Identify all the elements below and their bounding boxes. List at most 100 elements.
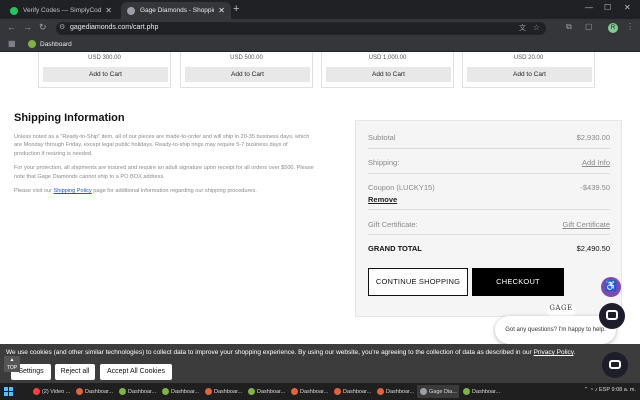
- remove-coupon-link[interactable]: Remove: [368, 195, 397, 204]
- grand-total-value: $2,490.50: [576, 244, 610, 253]
- grand-total-label: GRAND TOTAL: [368, 244, 422, 253]
- menu-icon[interactable]: ⋮: [626, 22, 634, 31]
- taskbar-item[interactable]: Dashboar...: [202, 385, 244, 398]
- taskbar-item[interactable]: Dashboar...: [245, 385, 287, 398]
- privacy-policy-link[interactable]: Privacy Policy: [534, 349, 574, 356]
- accept-all-cookies-button[interactable]: Accept All Cookies: [100, 364, 172, 380]
- back-to-top-button[interactable]: ▲ TOP: [4, 356, 20, 372]
- taskbar-item[interactable]: Dashboar...: [116, 385, 158, 398]
- add-to-cart-button[interactable]: Add to Cart: [43, 67, 168, 82]
- divider: [368, 209, 610, 210]
- apps-grid-icon[interactable]: ▦: [8, 39, 16, 48]
- shipping-paragraph: Unless noted as a "Ready-to-Ship" item, …: [14, 134, 310, 157]
- divider: [368, 148, 610, 149]
- taskbar-label: Dashboar...: [214, 388, 243, 395]
- taskbar-item[interactable]: Dashboar...: [73, 385, 115, 398]
- taskbar-item[interactable]: Dashboar...: [374, 385, 416, 398]
- order-summary: Subtotal $2,930.00 Shipping: Add Info Co…: [355, 120, 622, 317]
- shipping-title: Shipping Information: [14, 112, 125, 124]
- product-card: USD 20.00 Add to Cart: [462, 52, 595, 88]
- back-icon[interactable]: ←: [7, 22, 16, 32]
- new-tab-icon[interactable]: +: [233, 3, 239, 15]
- close-tab-icon[interactable]: ✕: [105, 6, 112, 15]
- chevron-up-icon: ▲: [9, 357, 15, 363]
- product-price: USD 1,000.00: [368, 55, 407, 61]
- windows-start-icon[interactable]: [4, 387, 13, 396]
- language-indicator[interactable]: ESP: [599, 387, 610, 393]
- product-card: USD 1,000.00 Add to Cart: [321, 52, 454, 88]
- add-to-cart-button[interactable]: Add to Cart: [467, 67, 592, 82]
- app-icon: [205, 388, 212, 395]
- reject-all-button[interactable]: Reject all: [55, 364, 95, 380]
- sidebar-icon[interactable]: ▢: [585, 22, 593, 31]
- tab-title: Verify Codes — SimplyCodes: [23, 7, 102, 14]
- shipping-policy-link[interactable]: Shipping Policy: [53, 188, 91, 194]
- shipping-paragraph: For your protection, all shipments are i…: [14, 165, 314, 180]
- bookmark-dashboard[interactable]: Dashboard: [28, 40, 72, 48]
- chat-prompt-bubble[interactable]: Got any questions? I'm happy to help.: [495, 316, 616, 344]
- product-card: USD 500.00 Add to Cart: [180, 52, 313, 88]
- chat-launcher-icon[interactable]: [602, 352, 628, 378]
- taskbar-item[interactable]: Dashboar...: [460, 385, 502, 398]
- extensions-icon[interactable]: ⧉: [566, 22, 572, 32]
- shipping-text: Please visit our: [14, 188, 54, 195]
- cookie-text: We use cookies (and other similar techno…: [6, 349, 534, 356]
- bookmark-label: Dashboard: [40, 40, 72, 48]
- top-label: TOP: [6, 365, 18, 371]
- app-icon: [162, 388, 169, 395]
- taskbar-item[interactable]: Dashboar...: [331, 385, 373, 398]
- address-bar-row: ← → ↻ ⚙ gagediamonds.com/cart.php 文 ☆ ⧉ …: [0, 19, 640, 37]
- omnibox[interactable]: ⚙ gagediamonds.com/cart.php 文 ☆: [56, 22, 546, 35]
- bookmark-star-icon[interactable]: ☆: [533, 23, 540, 32]
- taskbar-label: Dashboar...: [300, 388, 329, 395]
- cookie-text-end: .: [573, 349, 576, 356]
- taskbar-label: Dashboar...: [171, 388, 200, 395]
- app-icon: [334, 388, 341, 395]
- maximize-icon[interactable]: ☐: [604, 3, 611, 12]
- app-icon: [291, 388, 298, 395]
- subtotal-label: Subtotal: [368, 133, 396, 142]
- tab-gage-diamonds[interactable]: Gage Diamonds - Shopping Ca ✕: [121, 2, 231, 19]
- taskbar-item[interactable]: Dashboar...: [288, 385, 330, 398]
- translate-icon[interactable]: 文: [519, 23, 526, 33]
- add-info-link[interactable]: Add Info: [582, 158, 610, 167]
- clock[interactable]: 9:08 a. m.: [612, 387, 636, 393]
- system-tray[interactable]: ⌃ ◔ ♪ ESP 9:08 a. m.: [584, 387, 636, 393]
- os-taskbar: (2) Video ... Dashboar... Dashboar... Da…: [0, 383, 640, 400]
- site-info-icon[interactable]: ⚙: [59, 23, 65, 31]
- cookie-banner: We use cookies (and other similar techno…: [0, 344, 640, 383]
- reload-icon[interactable]: ↻: [39, 22, 47, 33]
- shipping-information: Shipping Information Unless noted as a "…: [14, 112, 314, 201]
- shipping-label: Shipping:: [368, 158, 400, 167]
- forward-icon[interactable]: →: [23, 22, 32, 32]
- close-tab-icon[interactable]: ✕: [218, 6, 225, 15]
- accessibility-icon[interactable]: ♿: [601, 277, 621, 297]
- minimize-icon[interactable]: —: [585, 3, 593, 12]
- coupon-label: Coupon (LUCKY15): [368, 183, 435, 192]
- checkout-button[interactable]: CHECKOUT: [472, 268, 564, 296]
- taskbar-item-active[interactable]: Gage Dia...: [417, 385, 459, 398]
- url-text[interactable]: gagediamonds.com/cart.php: [70, 24, 158, 31]
- taskbar-item[interactable]: Dashboar...: [159, 385, 201, 398]
- divider: [368, 173, 610, 174]
- dashboard-favicon-icon: [28, 40, 36, 48]
- taskbar-label: Dashboar...: [257, 388, 286, 395]
- tab-title: Gage Diamonds - Shopping Ca: [140, 7, 214, 14]
- add-to-cart-button[interactable]: Add to Cart: [185, 67, 310, 82]
- taskbar-label: Dashboar...: [128, 388, 157, 395]
- app-icon: [248, 388, 255, 395]
- close-window-icon[interactable]: ✕: [624, 3, 631, 12]
- gift-certificate-link[interactable]: Gift Certificate: [562, 220, 610, 229]
- product-price: USD 20.00: [513, 55, 544, 61]
- taskbar-label: Dashboar...: [343, 388, 372, 395]
- chat-icon[interactable]: [599, 303, 625, 329]
- taskbar-label: Gage Dia...: [429, 388, 457, 395]
- continue-shopping-button[interactable]: CONTINUE SHOPPING: [368, 268, 468, 296]
- tab-simplycodes[interactable]: Verify Codes — SimplyCodes ✕: [4, 2, 118, 19]
- gage-logo: GAGE: [547, 304, 575, 316]
- taskbar-label: Dashboar...: [472, 388, 501, 395]
- shipping-text: page for additional information regardin…: [91, 188, 257, 195]
- taskbar-item[interactable]: (2) Video ...: [30, 385, 72, 398]
- add-to-cart-button[interactable]: Add to Cart: [326, 67, 451, 82]
- profile-avatar[interactable]: R: [608, 23, 618, 33]
